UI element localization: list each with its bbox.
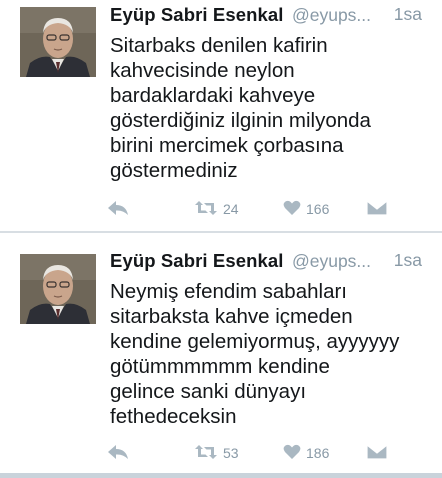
like-button[interactable]: 166 xyxy=(283,199,329,219)
reply-button[interactable] xyxy=(107,443,129,463)
retweet-count: 24 xyxy=(223,201,239,217)
direct-message-button[interactable] xyxy=(366,199,388,219)
retweet-button[interactable]: 53 xyxy=(194,443,239,463)
tweet-actions: 24 166 xyxy=(0,199,442,219)
tweet-card[interactable]: Eyüp Sabri Esenkal @eyups... 1sa Neymiş … xyxy=(0,233,442,473)
retweet-count: 53 xyxy=(223,445,239,461)
timestamp[interactable]: 1sa xyxy=(394,4,422,25)
avatar[interactable] xyxy=(20,254,96,324)
tweet-text: Neymiş efendim sabahları sitarbaksta kah… xyxy=(110,280,400,428)
tweet-actions: 53 186 xyxy=(0,443,442,463)
like-count: 166 xyxy=(306,201,330,217)
like-button[interactable]: 186 xyxy=(283,443,329,463)
tweet-header: Eyüp Sabri Esenkal @eyups... 1sa xyxy=(110,4,432,32)
reply-button[interactable] xyxy=(107,199,129,219)
avatar[interactable] xyxy=(20,7,96,77)
envelope-icon xyxy=(366,443,388,463)
author-name[interactable]: Eyüp Sabri Esenkal xyxy=(110,4,284,25)
envelope-icon xyxy=(366,199,388,219)
author-handle[interactable]: @eyups... xyxy=(292,5,371,25)
retweet-icon xyxy=(194,444,218,463)
author-handle[interactable]: @eyups... xyxy=(292,251,371,271)
tweet-card[interactable]: Eyüp Sabri Esenkal @eyups... 1sa Sitarba… xyxy=(0,0,442,231)
author-name[interactable]: Eyüp Sabri Esenkal xyxy=(110,250,284,271)
heart-icon xyxy=(283,444,301,463)
like-count: 186 xyxy=(306,445,330,461)
tweet-feed: Eyüp Sabri Esenkal @eyups... 1sa Sitarba… xyxy=(0,0,442,478)
timestamp[interactable]: 1sa xyxy=(394,250,422,271)
reply-icon xyxy=(107,200,129,219)
tweet-text: Sitarbaks denilen kafirin kahvecisinde n… xyxy=(110,34,371,182)
bottom-edge xyxy=(0,473,442,478)
reply-icon xyxy=(107,444,129,463)
retweet-button[interactable]: 24 xyxy=(194,199,239,219)
direct-message-button[interactable] xyxy=(366,443,388,463)
retweet-icon xyxy=(194,200,218,219)
tweet-header: Eyüp Sabri Esenkal @eyups... 1sa xyxy=(110,250,432,278)
heart-icon xyxy=(283,200,301,219)
